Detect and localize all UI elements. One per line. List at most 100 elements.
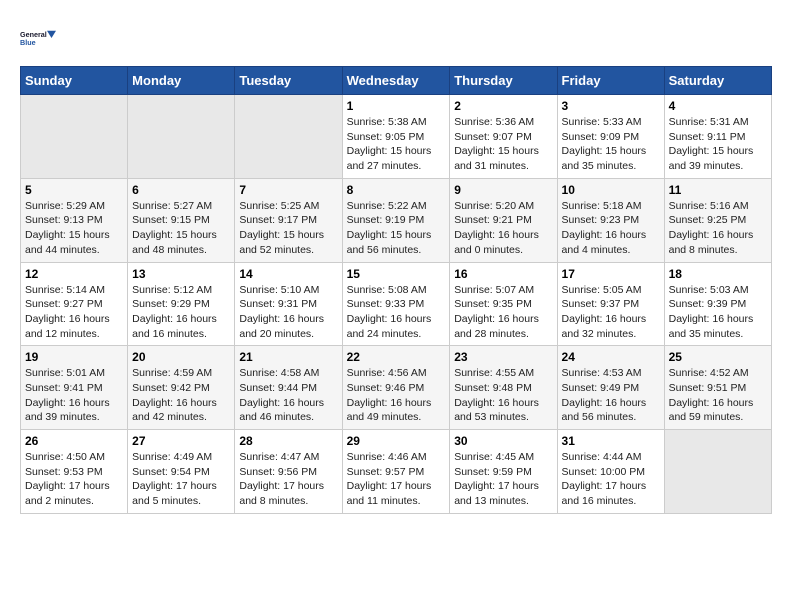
day-info: Sunrise: 4:47 AM Sunset: 9:56 PM Dayligh… (239, 450, 337, 509)
day-info: Sunrise: 4:46 AM Sunset: 9:57 PM Dayligh… (347, 450, 446, 509)
day-number: 4 (669, 99, 767, 113)
day-number: 12 (25, 267, 123, 281)
day-number: 16 (454, 267, 552, 281)
weekday-header-row: SundayMondayTuesdayWednesdayThursdayFrid… (21, 67, 772, 95)
day-number: 13 (132, 267, 230, 281)
day-info: Sunrise: 5:10 AM Sunset: 9:31 PM Dayligh… (239, 283, 337, 342)
day-number: 11 (669, 183, 767, 197)
calendar-cell: 12 Sunrise: 5:14 AM Sunset: 9:27 PM Dayli… (21, 262, 128, 346)
day-number: 22 (347, 350, 446, 364)
logo-icon: GeneralBlue (20, 20, 56, 56)
calendar-cell: 9 Sunrise: 5:20 AM Sunset: 9:21 PM Daylig… (450, 178, 557, 262)
calendar-cell: 2 Sunrise: 5:36 AM Sunset: 9:07 PM Daylig… (450, 95, 557, 179)
calendar-cell: 24Sunrise: 4:53 AM Sunset: 9:49 PM Dayli… (557, 346, 664, 430)
day-info: Sunrise: 5:31 AM Sunset: 9:11 PM Dayligh… (669, 115, 767, 174)
day-number: 27 (132, 434, 230, 448)
week-row-3: 12 Sunrise: 5:14 AM Sunset: 9:27 PM Dayli… (21, 262, 772, 346)
day-info: Sunrise: 5:33 AM Sunset: 9:09 PM Dayligh… (562, 115, 660, 174)
calendar-cell: 27Sunrise: 4:49 AM Sunset: 9:54 PM Dayli… (128, 430, 235, 514)
weekday-header-tuesday: Tuesday (235, 67, 342, 95)
weekday-header-saturday: Saturday (664, 67, 771, 95)
calendar-cell: 19 Sunrise: 5:01 AM Sunset: 9:41 PM Dayli… (21, 346, 128, 430)
day-number: 21 (239, 350, 337, 364)
week-row-1: 1Sunrise: 5:38 AM Sunset: 9:05 PM Daylig… (21, 95, 772, 179)
day-info: Sunrise: 4:56 AM Sunset: 9:46 PM Dayligh… (347, 366, 446, 425)
day-info: Sunrise: 5:07 AM Sunset: 9:35 PM Dayligh… (454, 283, 552, 342)
week-row-4: 19 Sunrise: 5:01 AM Sunset: 9:41 PM Dayli… (21, 346, 772, 430)
day-number: 5 (25, 183, 123, 197)
calendar-cell: 6 Sunrise: 5:27 AM Sunset: 9:15 PM Daylig… (128, 178, 235, 262)
weekday-header-monday: Monday (128, 67, 235, 95)
calendar-cell (128, 95, 235, 179)
day-info: Sunrise: 4:44 AM Sunset: 10:00 PM Daylig… (562, 450, 660, 509)
day-info: Sunrise: 5:36 AM Sunset: 9:07 PM Dayligh… (454, 115, 552, 174)
day-number: 30 (454, 434, 552, 448)
calendar-cell: 8Sunrise: 5:22 AM Sunset: 9:19 PM Daylig… (342, 178, 450, 262)
calendar-cell: 4 Sunrise: 5:31 AM Sunset: 9:11 PM Daylig… (664, 95, 771, 179)
weekday-header-friday: Friday (557, 67, 664, 95)
calendar-cell: 28 Sunrise: 4:47 AM Sunset: 9:56 PM Dayli… (235, 430, 342, 514)
calendar-table: SundayMondayTuesdayWednesdayThursdayFrid… (20, 66, 772, 514)
calendar-cell: 25 Sunrise: 4:52 AM Sunset: 9:51 PM Dayli… (664, 346, 771, 430)
day-number: 26 (25, 434, 123, 448)
day-number: 3 (562, 99, 660, 113)
day-number: 10 (562, 183, 660, 197)
day-info: Sunrise: 4:55 AM Sunset: 9:48 PM Dayligh… (454, 366, 552, 425)
calendar-cell: 15 Sunrise: 5:08 AM Sunset: 9:33 PM Dayli… (342, 262, 450, 346)
day-info: Sunrise: 5:16 AM Sunset: 9:25 PM Dayligh… (669, 199, 767, 258)
day-number: 7 (239, 183, 337, 197)
day-info: Sunrise: 4:50 AM Sunset: 9:53 PM Dayligh… (25, 450, 123, 509)
week-row-2: 5 Sunrise: 5:29 AM Sunset: 9:13 PM Daylig… (21, 178, 772, 262)
day-number: 31 (562, 434, 660, 448)
calendar-cell: 23 Sunrise: 4:55 AM Sunset: 9:48 PM Dayli… (450, 346, 557, 430)
day-info: Sunrise: 5:03 AM Sunset: 9:39 PM Dayligh… (669, 283, 767, 342)
day-info: Sunrise: 5:05 AM Sunset: 9:37 PM Dayligh… (562, 283, 660, 342)
calendar-cell: 29 Sunrise: 4:46 AM Sunset: 9:57 PM Dayli… (342, 430, 450, 514)
svg-text:General: General (20, 30, 47, 39)
day-number: 20 (132, 350, 230, 364)
day-info: Sunrise: 5:27 AM Sunset: 9:15 PM Dayligh… (132, 199, 230, 258)
calendar-cell: 1Sunrise: 5:38 AM Sunset: 9:05 PM Daylig… (342, 95, 450, 179)
weekday-header-wednesday: Wednesday (342, 67, 450, 95)
day-info: Sunrise: 4:59 AM Sunset: 9:42 PM Dayligh… (132, 366, 230, 425)
day-info: Sunrise: 5:01 AM Sunset: 9:41 PM Dayligh… (25, 366, 123, 425)
calendar-cell: 14 Sunrise: 5:10 AM Sunset: 9:31 PM Dayli… (235, 262, 342, 346)
calendar-cell (664, 430, 771, 514)
calendar-cell (235, 95, 342, 179)
day-number: 6 (132, 183, 230, 197)
day-number: 15 (347, 267, 446, 281)
day-info: Sunrise: 4:45 AM Sunset: 9:59 PM Dayligh… (454, 450, 552, 509)
calendar-cell: 17Sunrise: 5:05 AM Sunset: 9:37 PM Dayli… (557, 262, 664, 346)
day-info: Sunrise: 5:22 AM Sunset: 9:19 PM Dayligh… (347, 199, 446, 258)
calendar-cell: 21Sunrise: 4:58 AM Sunset: 9:44 PM Dayli… (235, 346, 342, 430)
week-row-5: 26 Sunrise: 4:50 AM Sunset: 9:53 PM Dayli… (21, 430, 772, 514)
calendar-cell: 22 Sunrise: 4:56 AM Sunset: 9:46 PM Dayli… (342, 346, 450, 430)
weekday-header-thursday: Thursday (450, 67, 557, 95)
day-number: 25 (669, 350, 767, 364)
day-info: Sunrise: 4:53 AM Sunset: 9:49 PM Dayligh… (562, 366, 660, 425)
svg-text:Blue: Blue (20, 38, 36, 47)
day-info: Sunrise: 5:20 AM Sunset: 9:21 PM Dayligh… (454, 199, 552, 258)
day-number: 23 (454, 350, 552, 364)
day-number: 28 (239, 434, 337, 448)
calendar-cell: 31 Sunrise: 4:44 AM Sunset: 10:00 PM Dayl… (557, 430, 664, 514)
day-info: Sunrise: 5:08 AM Sunset: 9:33 PM Dayligh… (347, 283, 446, 342)
day-number: 14 (239, 267, 337, 281)
day-info: Sunrise: 5:25 AM Sunset: 9:17 PM Dayligh… (239, 199, 337, 258)
day-info: Sunrise: 5:18 AM Sunset: 9:23 PM Dayligh… (562, 199, 660, 258)
day-info: Sunrise: 5:14 AM Sunset: 9:27 PM Dayligh… (25, 283, 123, 342)
day-number: 2 (454, 99, 552, 113)
day-number: 19 (25, 350, 123, 364)
calendar-cell: 16 Sunrise: 5:07 AM Sunset: 9:35 PM Dayli… (450, 262, 557, 346)
calendar-cell: 20 Sunrise: 4:59 AM Sunset: 9:42 PM Dayli… (128, 346, 235, 430)
day-info: Sunrise: 4:52 AM Sunset: 9:51 PM Dayligh… (669, 366, 767, 425)
day-number: 29 (347, 434, 446, 448)
day-info: Sunrise: 5:29 AM Sunset: 9:13 PM Dayligh… (25, 199, 123, 258)
calendar-cell: 10 Sunrise: 5:18 AM Sunset: 9:23 PM Dayli… (557, 178, 664, 262)
weekday-header-sunday: Sunday (21, 67, 128, 95)
page-header: GeneralBlue (20, 20, 772, 56)
calendar-cell: 18Sunrise: 5:03 AM Sunset: 9:39 PM Dayli… (664, 262, 771, 346)
day-number: 9 (454, 183, 552, 197)
day-number: 1 (347, 99, 446, 113)
calendar-cell (21, 95, 128, 179)
